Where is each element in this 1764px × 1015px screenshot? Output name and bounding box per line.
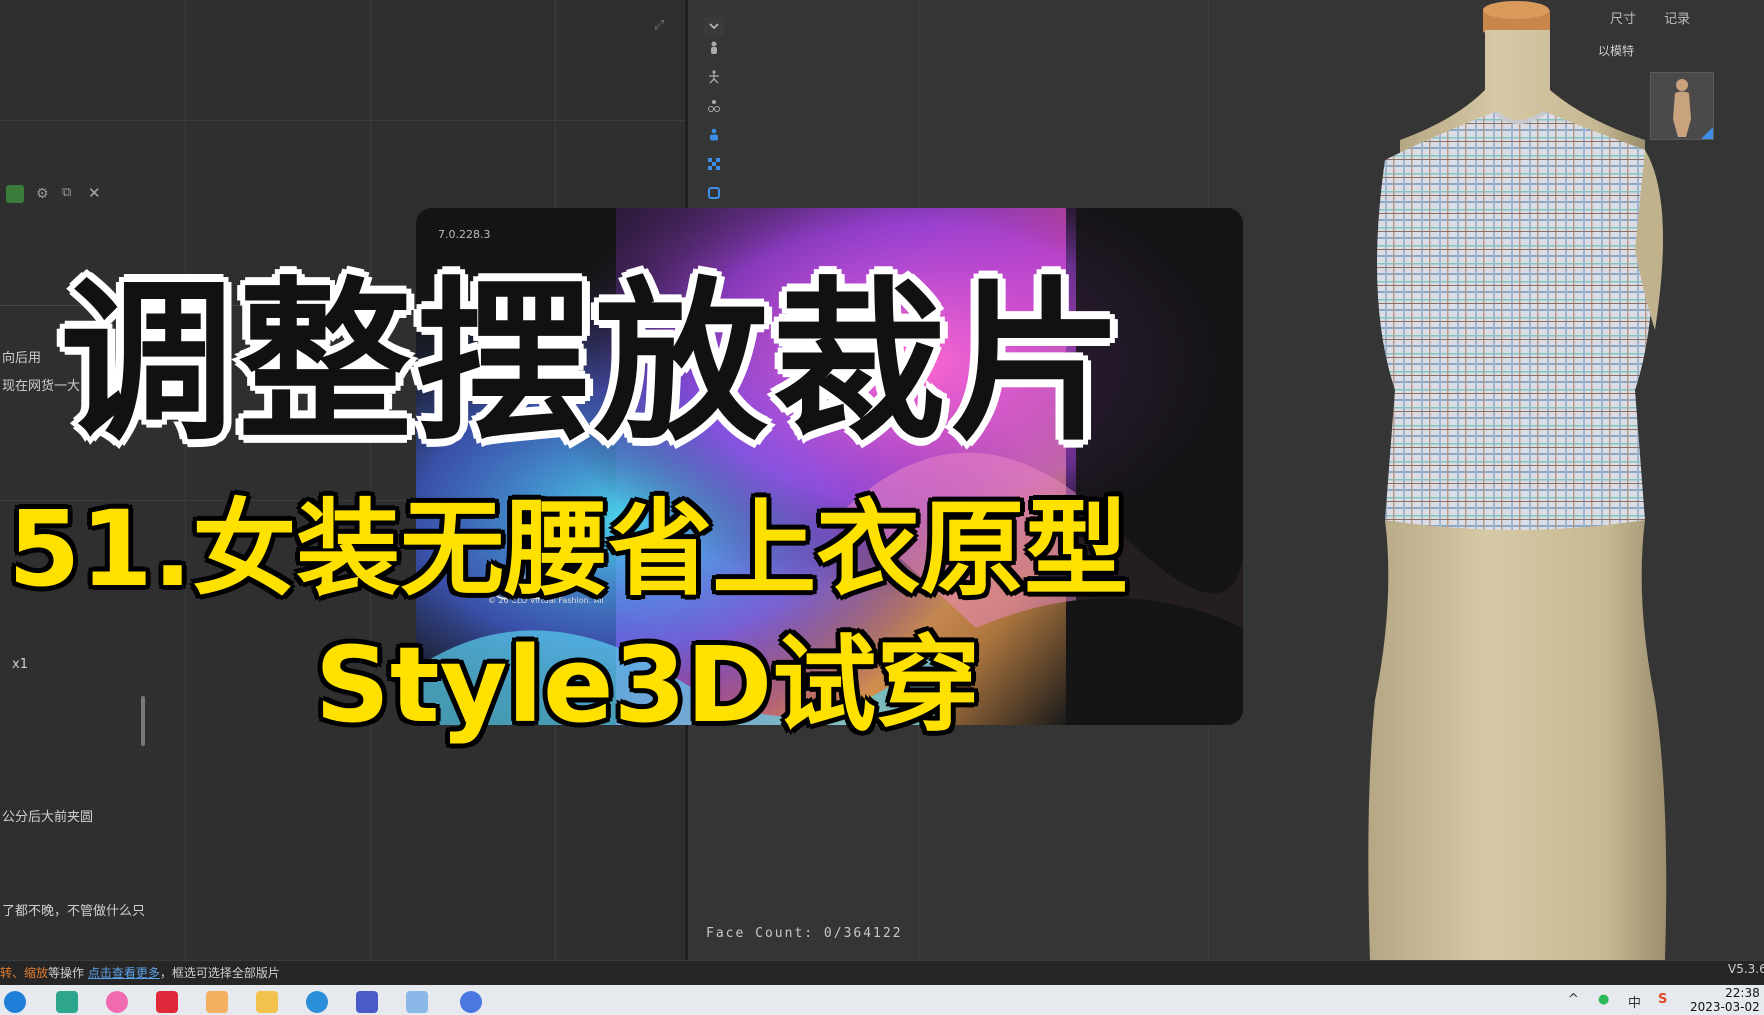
chevron-down-icon[interactable]	[704, 16, 724, 36]
detach-icon[interactable]: ⧉	[62, 185, 71, 200]
status-rotate: 转、	[0, 966, 25, 980]
lock-icon[interactable]	[6, 185, 24, 203]
list-item: 向后用	[2, 351, 42, 366]
app-red-icon[interactable]	[156, 991, 178, 1013]
app-s-icon[interactable]	[4, 991, 26, 1013]
face-count: Face Count: 0/364122	[706, 926, 903, 941]
panel-toolbar: ⚙ ⧉ ✕	[0, 183, 120, 205]
video-title: 调整摆放裁片	[60, 262, 1129, 465]
tray-ime[interactable]: 中	[1628, 992, 1641, 1011]
group-icon[interactable]	[704, 96, 724, 116]
status-select-hint: ，框选可选择全部版片	[159, 966, 280, 980]
skeleton-icon[interactable]	[704, 67, 724, 87]
scrollbar-thumb[interactable]	[141, 696, 145, 746]
clock[interactable]: 22:38 2023-03-02	[1690, 986, 1760, 1014]
list-item: 公分后大前夹圆	[2, 810, 94, 825]
app-paint-icon[interactable]	[356, 991, 378, 1013]
video-subtitle-2: Style3D试穿	[315, 624, 981, 746]
folder-icon[interactable]	[256, 991, 278, 1013]
app-paw-icon[interactable]	[106, 991, 128, 1013]
status-hint: 转、缩放等操作 点击查看更多，框选可选择全部版片	[0, 964, 280, 981]
app-n-icon[interactable]	[56, 991, 78, 1013]
app-tools-icon[interactable]	[406, 991, 428, 1013]
expand-icon[interactable]: ⤢	[654, 18, 668, 33]
tray-wechat-icon[interactable]: ●	[1598, 992, 1609, 1007]
app-version: V5.3.6	[1728, 962, 1764, 976]
clock-date: 2023-03-02	[1690, 1000, 1760, 1014]
close-icon[interactable]: ✕	[88, 184, 101, 202]
clock-time: 22:38	[1725, 986, 1760, 1000]
status-operations: 等操作	[48, 966, 88, 980]
status-zoom: 缩放	[24, 966, 49, 980]
list-item: 了都不晚，不管做什么只	[2, 904, 146, 919]
checker-icon[interactable]	[704, 154, 724, 174]
video-subtitle: 51.女装无腰省上衣原型	[8, 488, 1129, 610]
app-butterfly-icon[interactable]	[206, 991, 228, 1013]
tray-s-icon[interactable]: S	[1658, 992, 1667, 1007]
app-c-icon[interactable]	[460, 991, 482, 1013]
people-icon[interactable]	[704, 125, 724, 145]
dress-form-with-garment[interactable]	[1345, 0, 1764, 1015]
app-e-icon[interactable]	[306, 991, 328, 1013]
avatar-icon[interactable]	[704, 38, 724, 58]
settings-icon[interactable]: ⚙	[36, 186, 49, 202]
tray-chevron-icon[interactable]: ^	[1568, 992, 1579, 1007]
status-more-link[interactable]: 点击查看更多	[88, 966, 160, 980]
layer-icon[interactable]	[704, 183, 724, 203]
list-item: x1	[12, 657, 28, 672]
